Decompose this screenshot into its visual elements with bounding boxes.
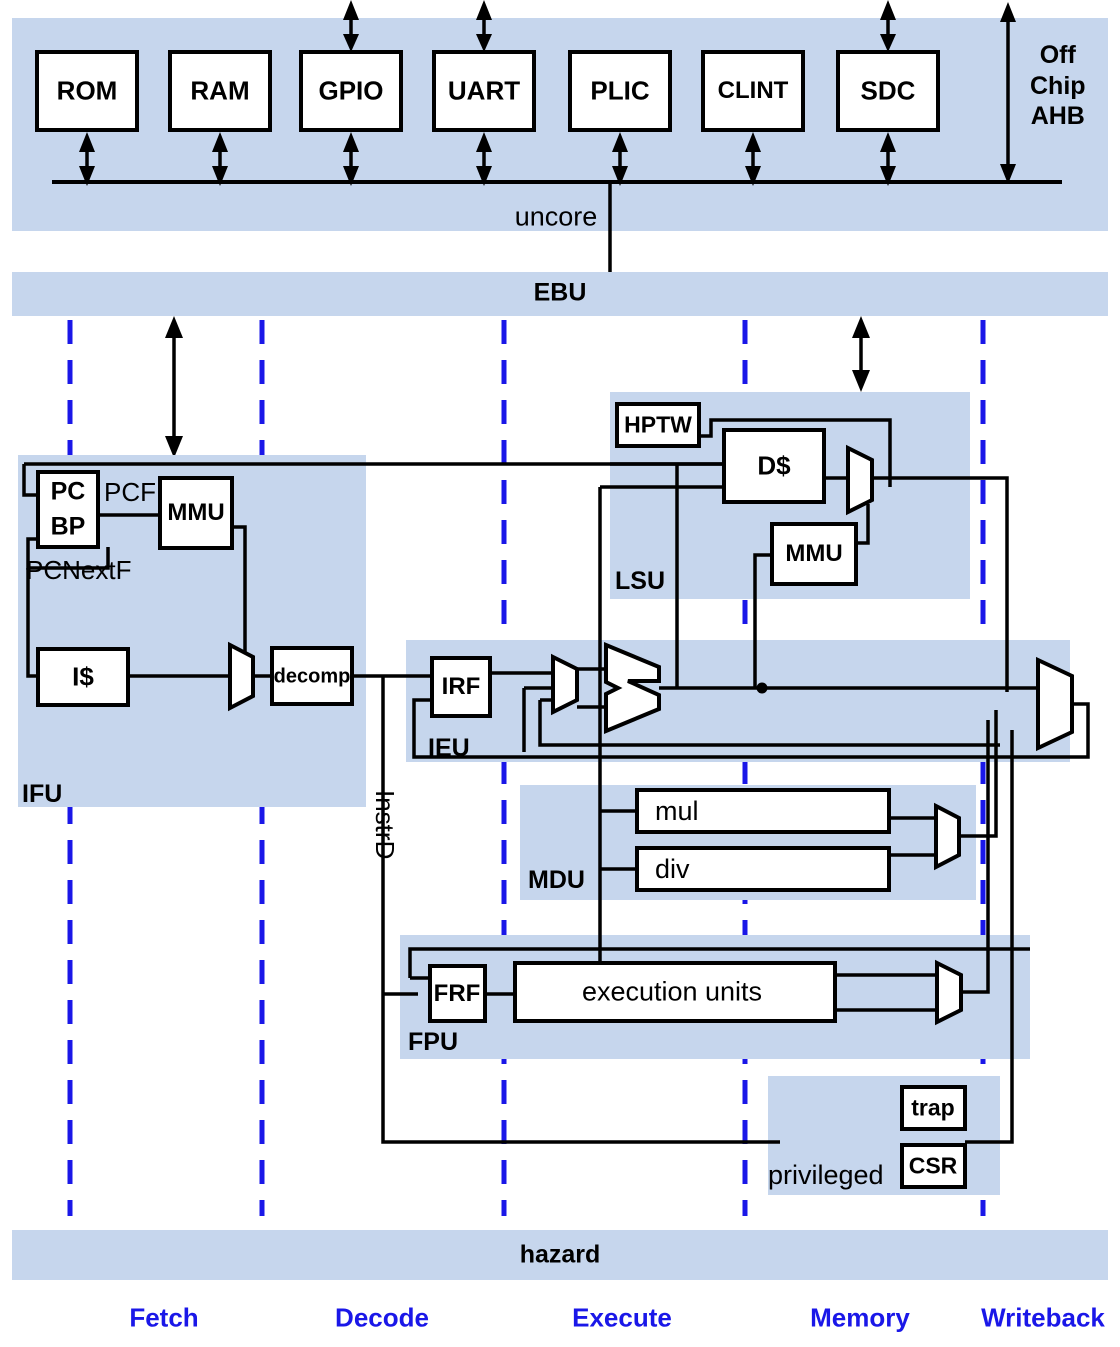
peripheral-label-uart: UART [447, 75, 521, 106]
fpu-label: FPU [408, 1028, 458, 1056]
dcache-label: D$ [757, 450, 791, 481]
bp-label: BP [50, 512, 86, 541]
peripheral-label-rom: ROM [56, 75, 118, 106]
privileged-label: privileged [768, 1160, 884, 1190]
ebu-lsu-arrow [852, 316, 870, 392]
icache-label: I$ [72, 661, 94, 692]
pc-label: PC [50, 477, 86, 506]
ebu-ifu-arrow [165, 316, 183, 458]
off-chip-line1: Off [1039, 41, 1076, 69]
lsu-mmu-label: MMU [785, 540, 843, 567]
alu-out-junction [756, 682, 768, 694]
hazard-label: hazard [519, 1240, 601, 1269]
mdu-output-mux[interactable] [934, 802, 961, 871]
stage-label-execute: Execute [572, 1302, 672, 1333]
csr-label: CSR [908, 1152, 958, 1179]
pcf-signal-label: PCF [104, 477, 156, 507]
stage-label-memory: Memory [810, 1302, 910, 1333]
off-chip-line3: AHB [1030, 102, 1085, 130]
stage-label-decode: Decode [335, 1302, 429, 1333]
microarchitecture-diagram: ROM RAM GPIO UART PLIC CLINT SDC Off Chi… [0, 0, 1120, 1347]
fpu-execution-units-label: execution units [581, 976, 763, 1007]
stage-label-fetch: Fetch [129, 1302, 199, 1333]
ifu-mmu-label: MMU [167, 499, 225, 526]
ebu-label: EBU [533, 278, 587, 307]
peripheral-label-plic: PLIC [590, 75, 650, 106]
pcnextf-signal-label: PCNextF [26, 555, 132, 585]
frf-label: FRF [433, 980, 481, 1007]
decomp-label: decomp [273, 665, 351, 688]
instrd-signal-label: InstrD [370, 790, 400, 860]
ifu-instruction-mux[interactable] [228, 641, 255, 712]
uncore-label: uncore [514, 201, 598, 232]
trap-label: trap [911, 1094, 955, 1121]
off-chip-ahb-label: Off Chip AHB [1030, 40, 1086, 132]
ieu-label: IEU [428, 734, 470, 762]
fpu-output-mux[interactable] [935, 959, 963, 1026]
peripheral-label-gpio: GPIO [318, 75, 384, 106]
peripheral-label-clint: CLINT [717, 77, 789, 104]
writeback-mux[interactable] [1036, 656, 1074, 752]
mul-label: mul [655, 796, 699, 826]
off-chip-line2: Chip [1030, 71, 1086, 100]
stage-label-writeback: Writeback [981, 1302, 1105, 1333]
mdu-label: MDU [528, 866, 585, 894]
div-label: div [655, 854, 690, 884]
irf-label: IRF [441, 673, 481, 700]
peripheral-label-ram: RAM [190, 75, 250, 106]
ifu-label: IFU [22, 780, 63, 808]
lsu-output-mux[interactable] [846, 444, 874, 516]
lsu-label: LSU [615, 567, 665, 595]
peripheral-label-sdc: SDC [860, 75, 916, 106]
ieu-operand-mux[interactable] [551, 653, 579, 716]
hptw-label: HPTW [624, 411, 692, 438]
